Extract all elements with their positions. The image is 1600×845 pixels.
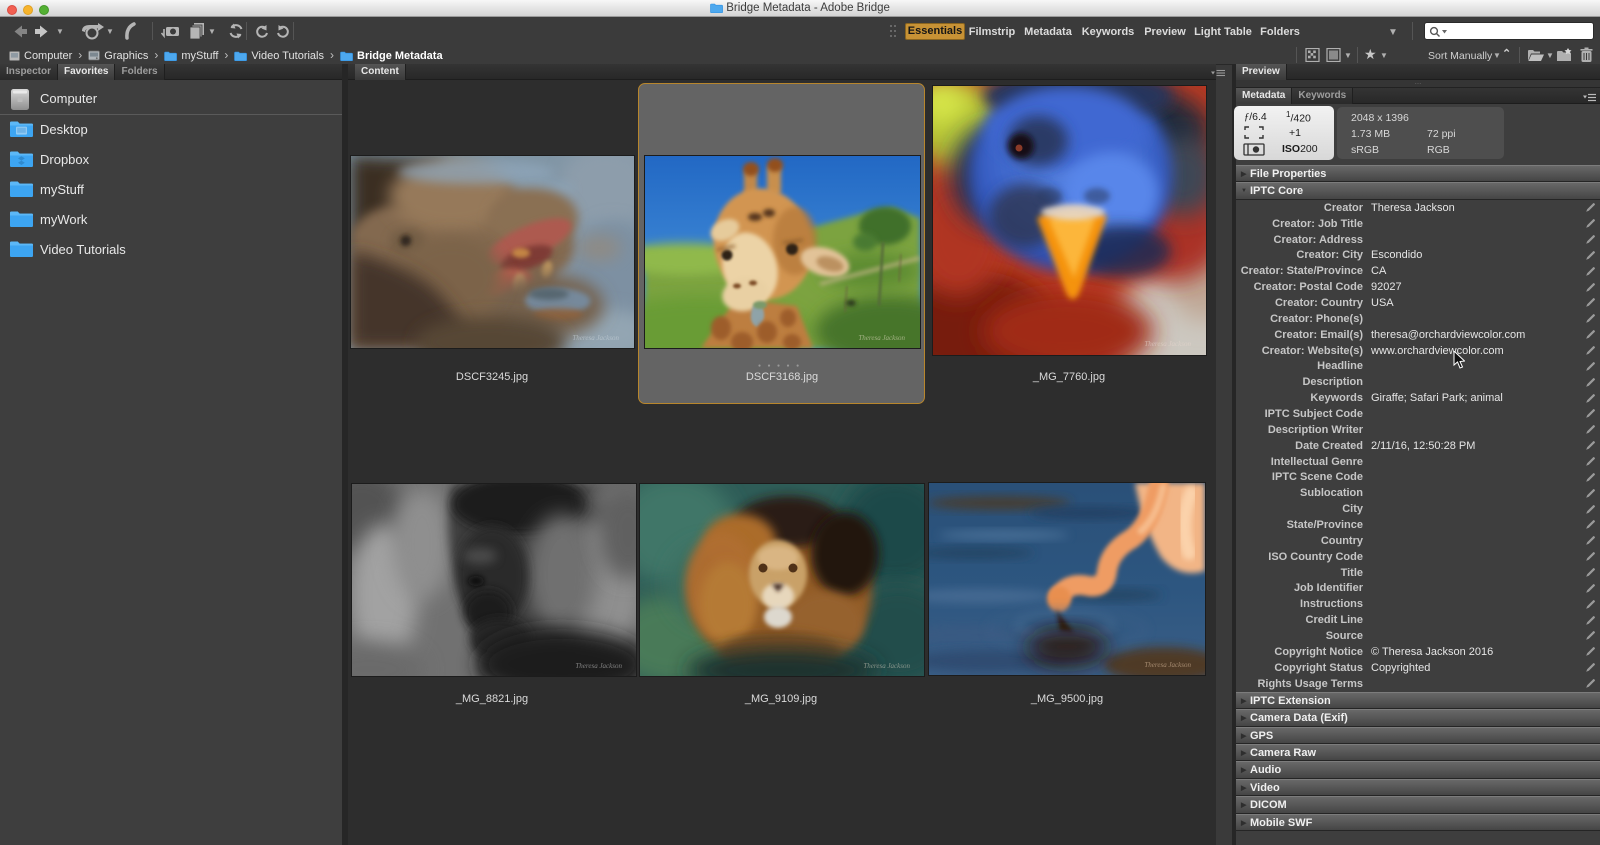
svg-text:Theresa Jackson: Theresa Jackson <box>863 662 910 670</box>
svg-text:Theresa Jackson: Theresa Jackson <box>1144 661 1191 669</box>
svg-text:Theresa Jackson: Theresa Jackson <box>1144 340 1191 348</box>
svg-text:Theresa Jackson: Theresa Jackson <box>858 334 905 342</box>
svg-text:Theresa Jackson: Theresa Jackson <box>575 662 622 670</box>
svg-text:Theresa Jackson: Theresa Jackson <box>572 334 619 342</box>
